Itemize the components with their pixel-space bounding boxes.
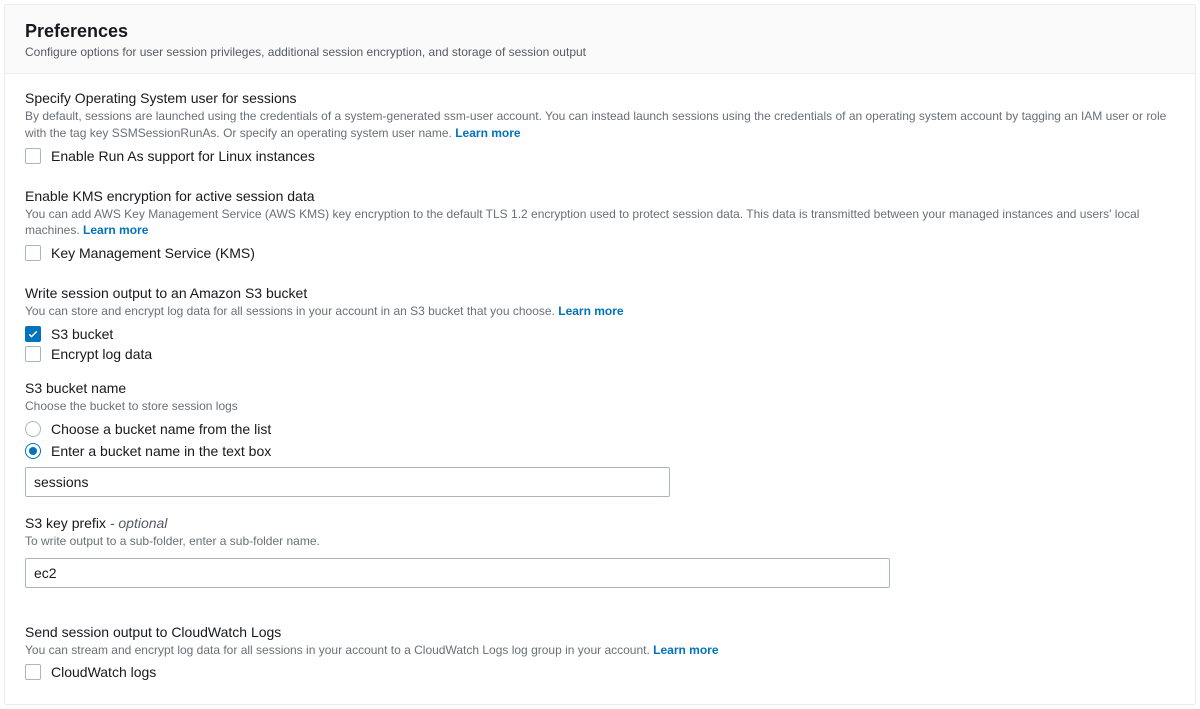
option-row: S3 bucket — [25, 326, 1175, 342]
option-row: Enable Run As support for Linux instance… — [25, 148, 1175, 164]
input-bucket-name[interactable] — [25, 467, 670, 497]
section-description: By default, sessions are launched using … — [25, 108, 1175, 142]
option-row: Key Management Service (KMS) — [25, 245, 1175, 261]
section-title: Enable KMS encryption for active session… — [25, 188, 1175, 204]
checkbox-encrypt-log[interactable] — [25, 346, 41, 362]
checkbox-s3-bucket[interactable] — [25, 326, 41, 342]
section-description: You can store and encrypt log data for a… — [25, 303, 1175, 320]
page-subtitle: Configure options for user session privi… — [25, 45, 1175, 59]
learn-more-link-os-user[interactable]: Learn more — [455, 126, 520, 140]
checkbox-runas[interactable] — [25, 148, 41, 164]
panel-header: Preferences Configure options for user s… — [5, 5, 1195, 74]
section-kms: Enable KMS encryption for active session… — [25, 188, 1175, 262]
learn-more-link-s3[interactable]: Learn more — [558, 304, 623, 318]
section-description: You can stream and encrypt log data for … — [25, 642, 1175, 659]
checkbox-label: Encrypt log data — [51, 346, 152, 362]
option-row: Enter a bucket name in the text box — [25, 443, 1175, 459]
section-s3: Write session output to an Amazon S3 buc… — [25, 285, 1175, 587]
checkbox-cloudwatch[interactable] — [25, 664, 41, 680]
section-title: Send session output to CloudWatch Logs — [25, 624, 1175, 640]
field-description: To write output to a sub-folder, enter a… — [25, 533, 1175, 550]
checkbox-label: Key Management Service (KMS) — [51, 245, 255, 261]
input-key-prefix[interactable] — [25, 558, 890, 588]
field-description: Choose the bucket to store session logs — [25, 398, 1175, 415]
section-os-user: Specify Operating System user for sessio… — [25, 90, 1175, 164]
field-title: S3 bucket name — [25, 380, 1175, 396]
section-cloudwatch: Send session output to CloudWatch Logs Y… — [25, 624, 1175, 681]
learn-more-link-kms[interactable]: Learn more — [83, 223, 148, 237]
radio-label: Choose a bucket name from the list — [51, 421, 271, 437]
section-title: Specify Operating System user for sessio… — [25, 90, 1175, 106]
subsection-bucket-name: S3 bucket name Choose the bucket to stor… — [25, 380, 1175, 497]
radio-bucket-text[interactable] — [25, 443, 41, 459]
option-row: Choose a bucket name from the list — [25, 421, 1175, 437]
preferences-panel: Preferences Configure options for user s… — [4, 4, 1196, 705]
option-row: CloudWatch logs — [25, 664, 1175, 680]
option-row: Encrypt log data — [25, 346, 1175, 362]
page-title: Preferences — [25, 21, 1175, 42]
subsection-key-prefix: S3 key prefix - optional To write output… — [25, 515, 1175, 588]
checkbox-label: Enable Run As support for Linux instance… — [51, 148, 315, 164]
radio-bucket-from-list[interactable] — [25, 421, 41, 437]
checkbox-label: S3 bucket — [51, 326, 113, 342]
checkbox-kms[interactable] — [25, 245, 41, 261]
learn-more-link-cloudwatch[interactable]: Learn more — [653, 643, 718, 657]
section-title: Write session output to an Amazon S3 buc… — [25, 285, 1175, 301]
section-description: You can add AWS Key Management Service (… — [25, 206, 1175, 240]
radio-label: Enter a bucket name in the text box — [51, 443, 271, 459]
field-title: S3 key prefix - optional — [25, 515, 1175, 531]
checkbox-label: CloudWatch logs — [51, 664, 156, 680]
panel-body: Specify Operating System user for sessio… — [5, 74, 1195, 704]
check-icon — [27, 328, 39, 340]
